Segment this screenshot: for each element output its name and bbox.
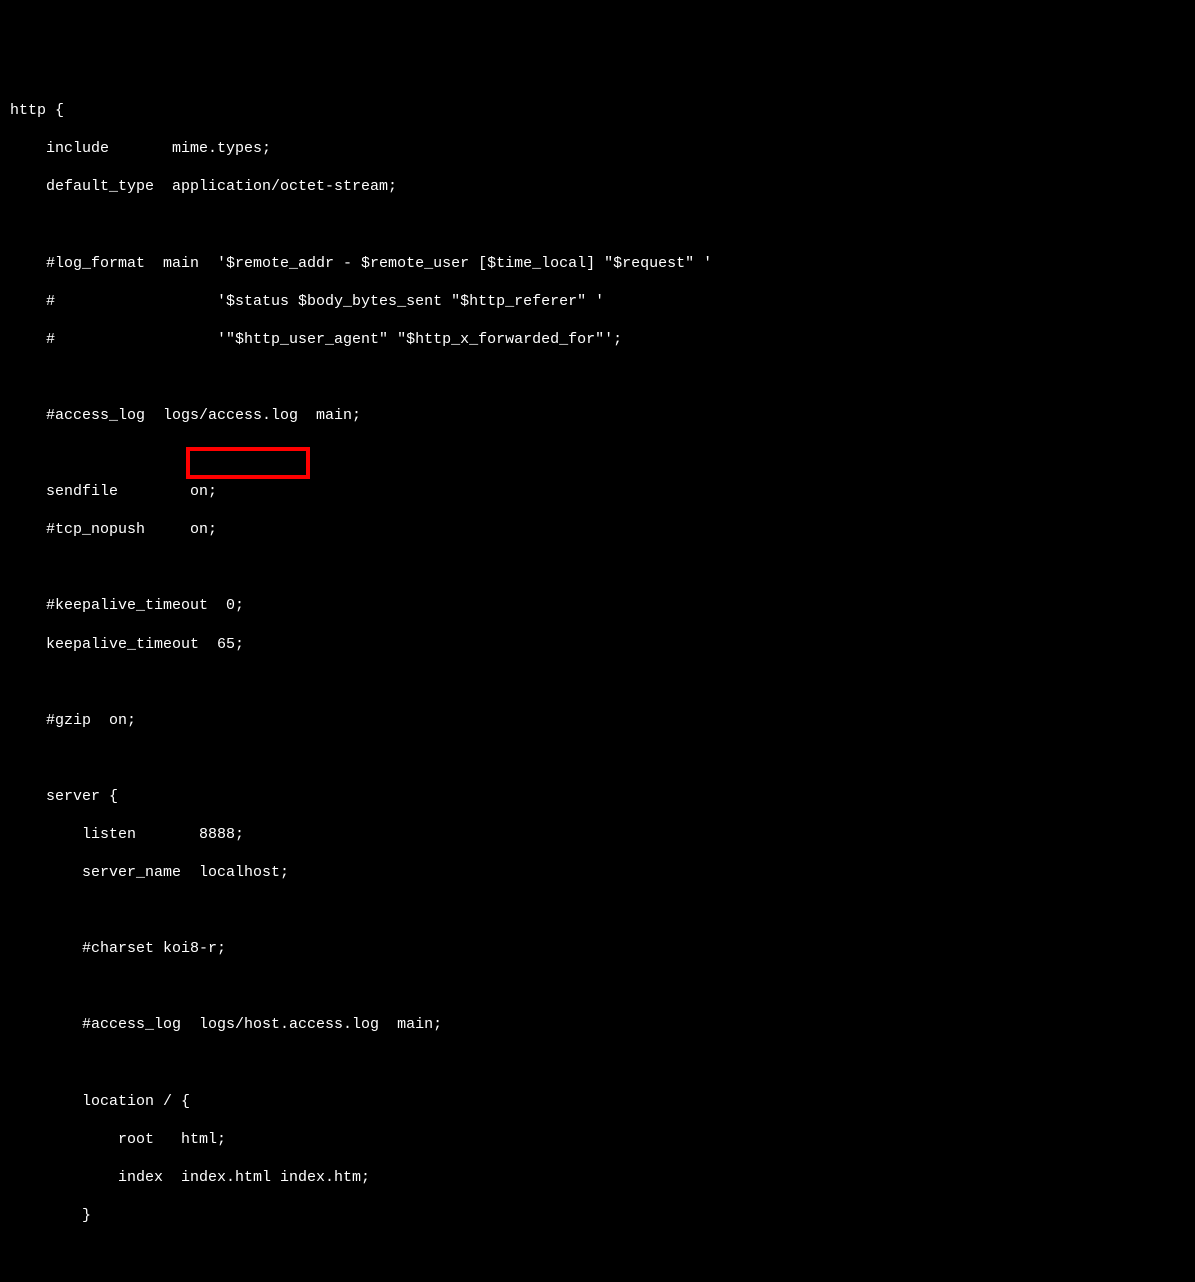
code-line bbox=[10, 1244, 1185, 1263]
code-line: keepalive_timeout 65; bbox=[10, 635, 1185, 654]
code-line bbox=[10, 1054, 1185, 1073]
code-line: listen 8888; bbox=[10, 825, 1185, 844]
code-line: http { bbox=[10, 101, 1185, 120]
code-line bbox=[10, 368, 1185, 387]
code-line: index index.html index.htm; bbox=[10, 1168, 1185, 1187]
code-line: #charset koi8-r; bbox=[10, 939, 1185, 958]
code-line: default_type application/octet-stream; bbox=[10, 177, 1185, 196]
code-line bbox=[10, 749, 1185, 768]
code-line: #access_log logs/access.log main; bbox=[10, 406, 1185, 425]
code-line: sendfile on; bbox=[10, 482, 1185, 501]
code-line: # '"$http_user_agent" "$http_x_forwarded… bbox=[10, 330, 1185, 349]
code-line: server_name localhost; bbox=[10, 863, 1185, 882]
code-line: include mime.types; bbox=[10, 139, 1185, 158]
code-line bbox=[10, 444, 1185, 463]
code-line: root html; bbox=[10, 1130, 1185, 1149]
code-line bbox=[10, 901, 1185, 920]
code-line: #log_format main '$remote_addr - $remote… bbox=[10, 254, 1185, 273]
code-line: #tcp_nopush on; bbox=[10, 520, 1185, 539]
code-line: } bbox=[10, 1206, 1185, 1225]
code-line: #keepalive_timeout 0; bbox=[10, 596, 1185, 615]
code-line: server { bbox=[10, 787, 1185, 806]
code-line: #access_log logs/host.access.log main; bbox=[10, 1015, 1185, 1034]
code-line: location / { bbox=[10, 1092, 1185, 1111]
code-line bbox=[10, 216, 1185, 235]
code-line bbox=[10, 977, 1185, 996]
code-line bbox=[10, 558, 1185, 577]
code-line: # '$status $body_bytes_sent "$http_refer… bbox=[10, 292, 1185, 311]
code-line bbox=[10, 673, 1185, 692]
code-line: #gzip on; bbox=[10, 711, 1185, 730]
config-code-block: http { include mime.types; default_type … bbox=[10, 82, 1185, 1282]
